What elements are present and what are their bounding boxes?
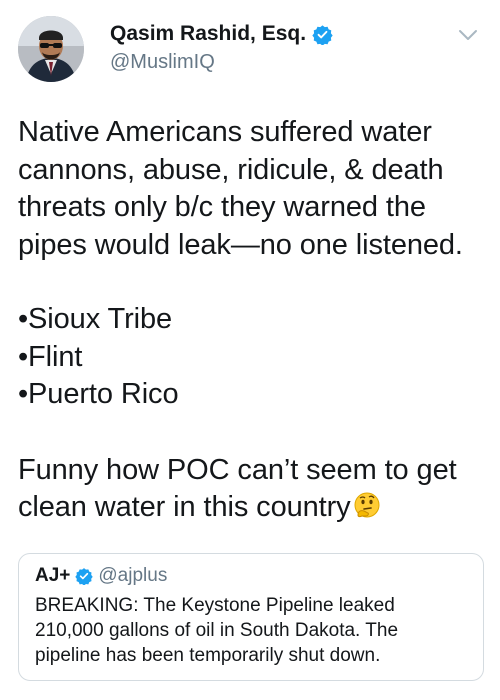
author-handle[interactable]: @MuslimIQ	[110, 51, 333, 74]
tweet-header: Qasim Rashid, Esq. @MuslimIQ	[18, 16, 482, 82]
quoted-handle: @ajplus	[98, 565, 168, 586]
quoted-verified-badge-icon	[75, 567, 94, 586]
author-display-name[interactable]: Qasim Rashid, Esq.	[110, 22, 306, 46]
author-block: Qasim Rashid, Esq. @MuslimIQ	[110, 22, 333, 74]
tweet-text-paragraph: Native Americans suffered water cannons,…	[18, 116, 463, 261]
quoted-display-name: AJ+	[35, 565, 71, 586]
thinking-face-emoji-icon	[352, 491, 382, 521]
bullet-item: •Flint	[18, 340, 83, 373]
tweet-bullet-list: •Sioux Tribe •Flint •Puerto Rico	[18, 301, 488, 414]
bullet-item: •Puerto Rico	[18, 378, 179, 410]
bullet-item: •Sioux Tribe	[18, 303, 173, 335]
tweet-text: Native Americans suffered water cannons,…	[18, 114, 488, 527]
quoted-tweet-card[interactable]: AJ+ @ajplus BREAKING: The Keystone Pipel…	[18, 553, 484, 681]
chevron-down-icon[interactable]	[458, 28, 478, 42]
tweet-closing-paragraph: Funny how POC can’t seem to get clean wa…	[18, 452, 488, 527]
avatar-image	[18, 16, 84, 82]
closing-text: Funny how POC can’t seem to get clean wa…	[18, 453, 457, 524]
verified-badge-icon	[312, 24, 333, 46]
avatar[interactable]	[18, 16, 84, 82]
quoted-tweet-text: BREAKING: The Keystone Pipeline leaked 2…	[35, 595, 399, 666]
